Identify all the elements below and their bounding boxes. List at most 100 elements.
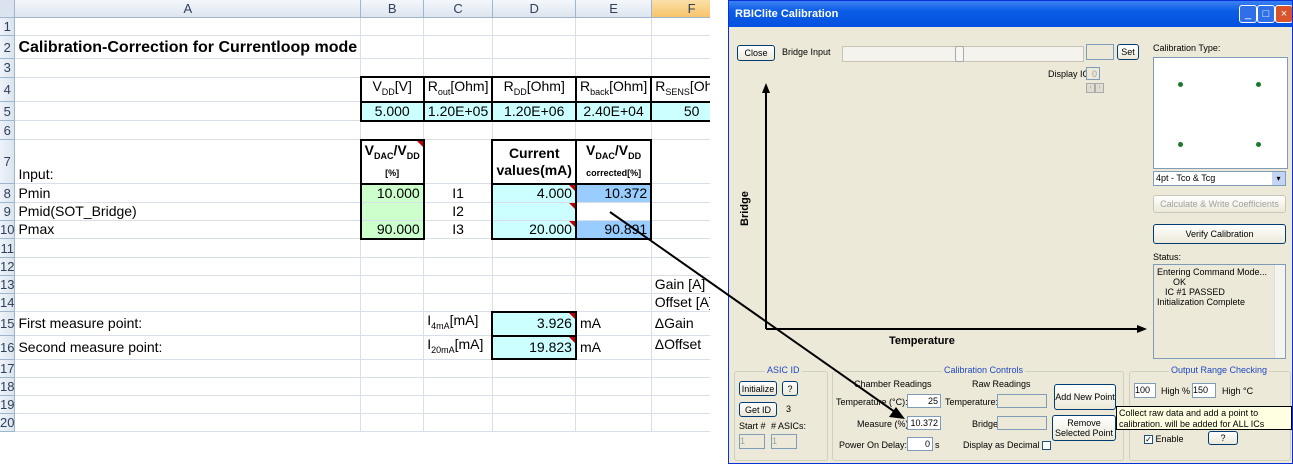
start-field[interactable]: 1 [739, 434, 765, 449]
row-header[interactable]: 14 [0, 293, 16, 313]
cell[interactable] [423, 257, 493, 276]
enable-checkbox[interactable]: ✓ [1144, 435, 1153, 445]
rout-header[interactable]: Rout[Ohm] [422, 76, 494, 103]
cell[interactable] [492, 35, 577, 59]
temperature-input[interactable]: 25 [907, 394, 941, 408]
row-header[interactable]: 9 [0, 202, 16, 221]
cell[interactable] [575, 257, 652, 276]
output-range-help-button[interactable]: ? [1208, 431, 1238, 445]
row-header[interactable]: 13 [0, 275, 16, 294]
row-header[interactable]: 19 [0, 395, 16, 415]
initialize-button[interactable]: Initialize [739, 381, 777, 396]
cell[interactable] [423, 359, 493, 379]
cell[interactable] [492, 413, 577, 433]
delta-gain-label[interactable]: ΔGain [651, 311, 710, 337]
corrected-header[interactable]: VDAC/VDD corrected[%] [574, 138, 653, 185]
cell[interactable] [14, 377, 362, 397]
cell[interactable] [651, 377, 710, 397]
pmax-vdac[interactable]: 90.000 [359, 220, 425, 240]
first-measure-value[interactable]: 3.926 [491, 310, 577, 337]
cell[interactable] [360, 58, 425, 78]
pmin-current[interactable]: 4.000 [491, 183, 577, 203]
cell[interactable] [360, 413, 425, 433]
get-id-button[interactable]: Get ID [739, 402, 777, 417]
pmax-current-label[interactable]: I3 [423, 220, 493, 240]
cell[interactable] [360, 311, 425, 337]
rback-header[interactable]: Rback[Ohm] [574, 76, 653, 103]
cell[interactable] [14, 77, 362, 103]
cell[interactable] [651, 139, 710, 185]
cell[interactable] [492, 377, 577, 397]
offset-label[interactable]: Offset [A] [651, 293, 710, 313]
sheet-title[interactable]: Calibration-Correction for Currentloop m… [14, 35, 362, 59]
bridge-input-field[interactable] [1086, 44, 1114, 60]
pmax-current[interactable]: 20.000 [491, 220, 577, 240]
cell[interactable] [575, 359, 652, 379]
cell[interactable] [575, 58, 652, 78]
cell[interactable] [651, 58, 710, 78]
cell[interactable] [651, 413, 710, 433]
rdd-header[interactable]: RDD[Ohm] [491, 76, 577, 103]
close-button[interactable]: Close [737, 45, 775, 61]
cell[interactable] [492, 17, 577, 36]
row-header[interactable]: 10 [0, 220, 16, 240]
cell[interactable] [575, 35, 652, 59]
i20ma-label[interactable]: I20mA[mA] [423, 335, 493, 360]
cell[interactable] [651, 257, 710, 276]
cell[interactable] [360, 238, 425, 258]
pmin-label[interactable]: Pmin [14, 183, 362, 203]
cell[interactable] [651, 35, 710, 59]
asic-help-button[interactable]: ? [782, 381, 798, 396]
cell[interactable] [651, 238, 710, 258]
cell[interactable] [492, 58, 577, 78]
maximize-icon[interactable]: □ [1257, 5, 1275, 23]
pmid-vdac[interactable] [359, 202, 425, 221]
cell[interactable] [360, 359, 425, 379]
cell[interactable] [14, 293, 362, 313]
cell[interactable] [14, 359, 362, 379]
cell[interactable] [651, 359, 710, 379]
cell[interactable] [575, 17, 652, 36]
slider-thumb[interactable] [955, 46, 964, 62]
display-decimal-checkbox[interactable] [1042, 441, 1052, 451]
row-header[interactable]: 16 [0, 335, 16, 360]
column-header[interactable]: E [575, 0, 652, 18]
row-header[interactable]: 20 [0, 413, 16, 433]
input-label[interactable]: Input: [14, 139, 362, 185]
row-header[interactable]: 18 [0, 377, 16, 397]
cell[interactable] [575, 275, 652, 294]
cell[interactable] [575, 293, 652, 313]
remove-selected-point-button[interactable]: Remove Selected Point [1052, 415, 1116, 441]
row-header[interactable]: 11 [0, 238, 16, 258]
first-measure-unit[interactable]: mA [575, 311, 652, 337]
pmax-label[interactable]: Pmax [14, 220, 362, 240]
power-on-delay-input[interactable]: 0 [907, 437, 933, 451]
verify-calibration-button[interactable]: Verify Calibration [1153, 224, 1286, 244]
vdd-header[interactable]: VDD[V] [359, 76, 425, 103]
cell[interactable] [423, 120, 493, 141]
cell[interactable] [423, 395, 493, 415]
measure-input[interactable]: 10.372 [907, 416, 941, 430]
display-decimal-label[interactable]: Display as Decimal [963, 440, 1052, 451]
cell[interactable] [360, 377, 425, 397]
pmin-corrected[interactable]: 10.372 [574, 183, 653, 203]
minimize-icon[interactable]: _ [1239, 5, 1257, 23]
cell[interactable] [575, 395, 652, 415]
row-header[interactable]: 15 [0, 311, 16, 337]
enable-label[interactable]: ✓ Enable [1144, 434, 1184, 445]
calibration-type-select[interactable]: 4pt - Tco & Tcg ▾ [1153, 171, 1286, 186]
cell[interactable] [423, 35, 493, 59]
row-header[interactable]: 1 [0, 17, 16, 36]
cell[interactable] [14, 238, 362, 258]
second-measure-unit[interactable]: mA [575, 335, 652, 360]
asics-field[interactable]: 1 [771, 434, 797, 449]
column-header[interactable]: C [423, 0, 493, 18]
cell[interactable] [651, 202, 710, 221]
cell[interactable] [14, 413, 362, 433]
set-button[interactable]: Set [1117, 44, 1139, 60]
cell[interactable] [423, 17, 493, 36]
first-measure-label[interactable]: First measure point: [14, 311, 362, 337]
cell[interactable] [14, 58, 362, 78]
calculate-write-button[interactable]: Calculate & Write Coefficients [1153, 195, 1286, 213]
pmin-current-label[interactable]: I1 [423, 183, 493, 203]
